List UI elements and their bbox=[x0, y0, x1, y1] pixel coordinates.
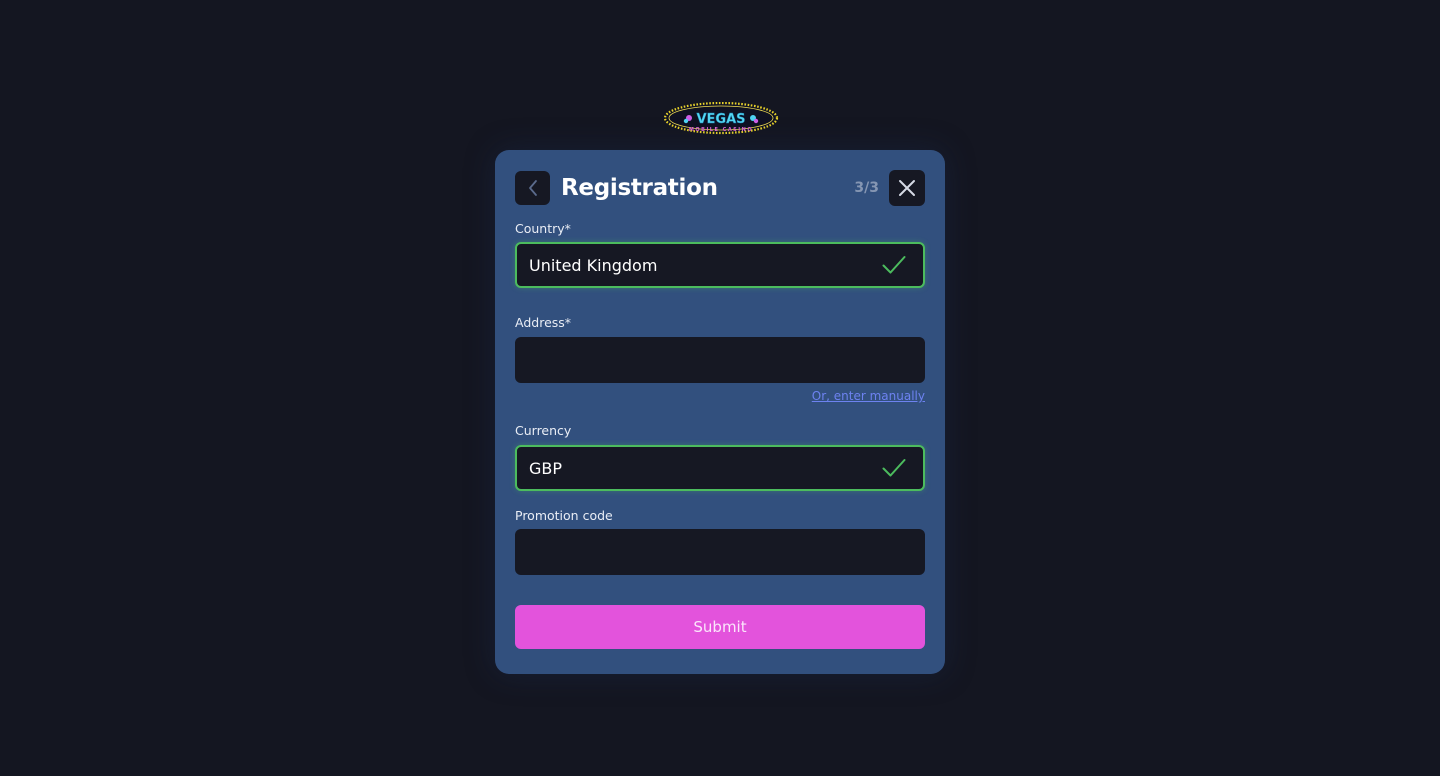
address-label: Address* bbox=[515, 315, 572, 330]
logo-wordmark: VEGAS bbox=[696, 112, 745, 127]
country-field-wrapper bbox=[515, 242, 925, 288]
step-indicator: 3/3 bbox=[854, 180, 879, 196]
back-button[interactable] bbox=[515, 171, 550, 205]
check-icon bbox=[882, 459, 906, 477]
address-field-wrapper bbox=[515, 337, 925, 383]
submit-button[interactable]: Submit bbox=[515, 605, 925, 649]
chevron-left-icon bbox=[528, 180, 537, 196]
country-input[interactable] bbox=[517, 244, 923, 286]
country-label: Country* bbox=[515, 221, 571, 236]
promotion-code-field-wrapper bbox=[515, 529, 925, 575]
currency-input[interactable] bbox=[517, 447, 923, 489]
currency-label: Currency bbox=[515, 423, 572, 438]
vegas-logo: VEGAS MOBILE CASINO bbox=[663, 101, 779, 136]
close-icon bbox=[899, 180, 915, 196]
enter-manually-link[interactable]: Or, enter manually bbox=[812, 389, 925, 404]
check-icon bbox=[882, 256, 906, 274]
registration-modal: Registration 3/3 Country* Address* Or, e… bbox=[495, 150, 945, 674]
promotion-code-input[interactable] bbox=[515, 529, 925, 575]
address-input[interactable] bbox=[515, 337, 925, 383]
currency-field-wrapper bbox=[515, 445, 925, 491]
promotion-code-label: Promotion code bbox=[515, 508, 613, 523]
logo-tagline: MOBILE CASINO bbox=[689, 127, 753, 133]
close-button[interactable] bbox=[889, 170, 925, 206]
page-title: Registration bbox=[561, 175, 718, 201]
